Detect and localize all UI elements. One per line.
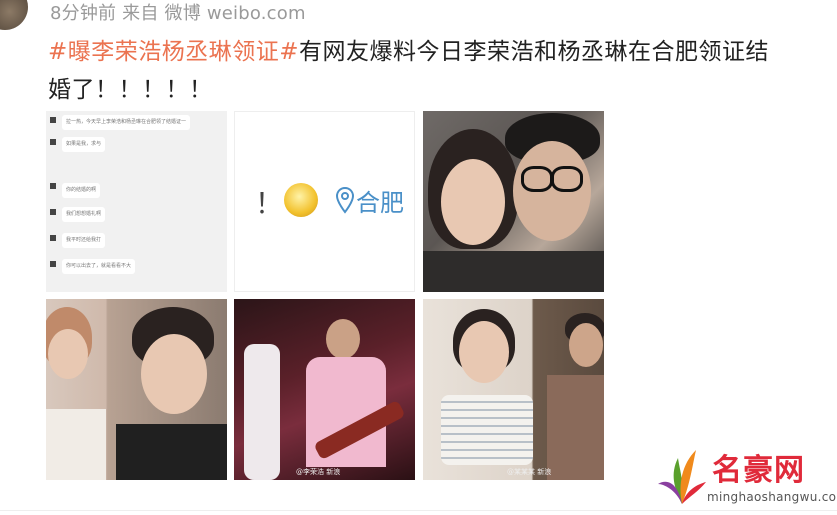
crying-laughing-emoji-icon <box>284 183 318 217</box>
chat-avatar <box>50 139 56 145</box>
user-avatar[interactable] <box>0 0 28 30</box>
hashtag-link[interactable]: #曝李荣浩杨丞琳领证# <box>48 39 299 65</box>
chat-bubble: 我们想想婚礼啊 <box>62 207 106 222</box>
chat-avatar <box>50 235 56 241</box>
site-logo-url: minghaoshangwu.com <box>707 490 837 504</box>
portrait-pair-image[interactable]: @某某某 新浪 <box>423 299 604 480</box>
photo-detail <box>46 409 106 480</box>
post-text: #曝李荣浩杨丞琳领证#有网友爆料今日李荣浩和杨丞琳在合肥领证结婚了！！！！！ <box>48 33 788 109</box>
chat-bubble: 拉一热，今天早上李荣浩和杨丞琳在合肥领了结婚证一 <box>62 115 191 130</box>
selfie-pair-image[interactable] <box>46 299 227 480</box>
image-watermark: @李荣浩 新浪 <box>296 468 341 476</box>
chat-bubble: 我平时还给我打 <box>62 233 106 248</box>
photo-detail <box>423 251 604 292</box>
exclamation-mark: ！ <box>255 187 284 220</box>
divider <box>0 510 837 511</box>
site-logo-name: 名豪网 <box>712 453 805 488</box>
image-watermark: @某某某 新浪 <box>507 468 552 476</box>
photo-detail <box>441 159 505 245</box>
chat-bubble: 你可以出去了，就是看看不大 <box>62 259 136 274</box>
location-image[interactable]: ！ 合肥 <box>234 111 415 292</box>
photo-detail <box>551 166 583 192</box>
photo-detail <box>569 323 603 367</box>
site-logo-icon <box>658 450 706 504</box>
chat-avatar <box>50 183 56 189</box>
chat-avatar <box>50 209 56 215</box>
couple-selfie-image[interactable] <box>423 111 604 292</box>
photo-detail <box>459 321 509 383</box>
photo-detail <box>116 424 227 480</box>
photo-detail <box>521 166 553 192</box>
photo-detail <box>513 141 591 241</box>
chat-bubble: 你的结婚的啊 <box>62 183 101 198</box>
location-pin-icon <box>335 186 355 214</box>
photo-detail <box>547 375 604 480</box>
photo-detail <box>141 334 207 414</box>
chat-avatar <box>50 261 56 267</box>
chat-avatar <box>50 117 56 123</box>
post-meta: 8分钟前 来自 微博 weibo.com <box>50 3 306 24</box>
stage-performance-image[interactable]: @李荣浩 新浪 <box>234 299 415 480</box>
chat-screenshot-image[interactable]: 拉一热，今天早上李荣浩和杨丞琳在合肥领了结婚证一 如果是我，求与 你的结婚的啊 … <box>46 111 227 292</box>
image-grid: 拉一热，今天早上李荣浩和杨丞琳在合肥领了结婚证一 如果是我，求与 你的结婚的啊 … <box>46 111 606 483</box>
photo-detail <box>48 329 88 379</box>
photo-detail <box>326 319 360 359</box>
chat-bubble: 如果是我，求与 <box>62 137 106 152</box>
location-city: 合肥 <box>356 189 404 217</box>
photo-detail <box>441 395 533 465</box>
photo-detail <box>244 344 280 480</box>
